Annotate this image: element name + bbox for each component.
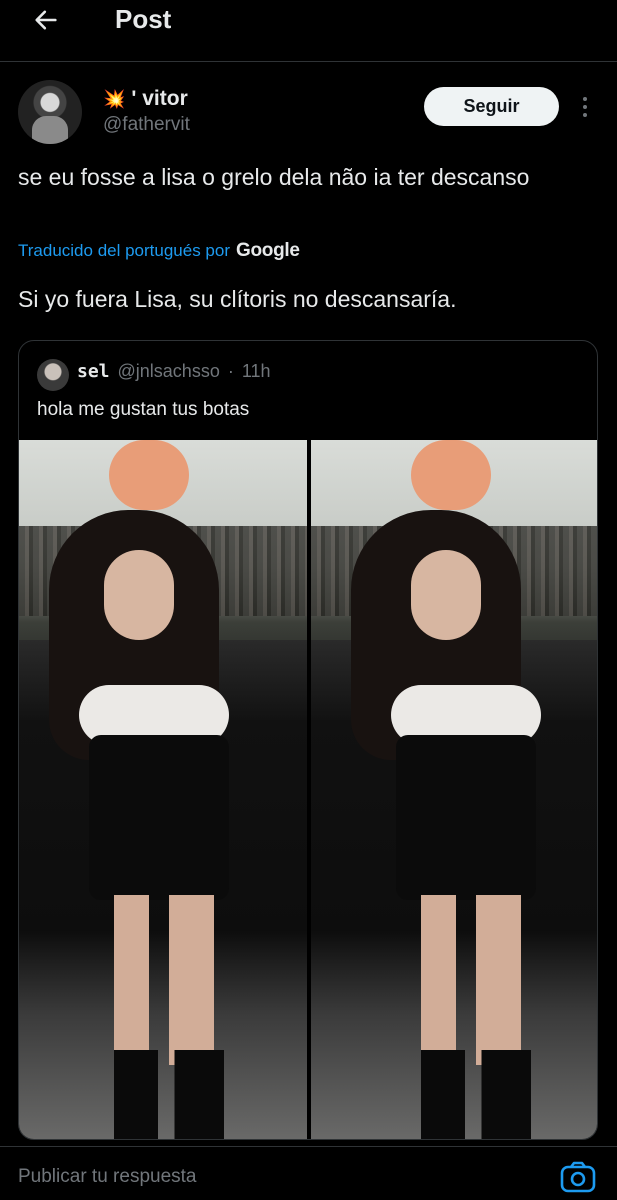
media-photo-1[interactable] (19, 440, 307, 1139)
translated-by-label[interactable]: Traducido del portugués por (18, 241, 230, 261)
follow-button[interactable]: Seguir (424, 87, 559, 126)
camera-button[interactable] (560, 1160, 596, 1194)
collision-emoji: 💥 (103, 88, 126, 109)
translation-attribution[interactable]: Traducido del portugués por Google (18, 240, 300, 262)
author-name[interactable]: ' vitor (131, 87, 187, 111)
post-text: se eu fosse a lisa o grelo dela não ia t… (18, 164, 530, 190)
quoted-avatar[interactable] (37, 359, 69, 391)
translated-text: Si yo fuera Lisa, su clítoris no descans… (18, 286, 457, 312)
quoted-separator: · (227, 361, 234, 381)
media-photo-2[interactable] (311, 440, 597, 1139)
more-vertical-icon (583, 97, 587, 101)
quoted-media[interactable] (19, 440, 597, 1139)
top-bar: Post (0, 0, 617, 62)
author-avatar[interactable] (18, 80, 82, 144)
quoted-header: sel @jnlsachsso · 11h (77, 361, 271, 382)
arrow-left-icon (35, 10, 57, 30)
quoted-text: hola me gustan tus botas (37, 399, 250, 420)
quoted-name: sel (77, 361, 110, 382)
author-name-row[interactable]: 💥 ' vitor (103, 87, 188, 111)
quoted-time: 11h (241, 361, 271, 381)
quoted-handle: @jnlsachsso (117, 361, 220, 381)
camera-icon (560, 1161, 596, 1193)
author-handle[interactable]: @fathervit (103, 114, 190, 136)
page-title: Post (115, 4, 172, 34)
reply-input[interactable]: Publicar tu respuesta (18, 1166, 197, 1188)
more-options-button[interactable] (574, 92, 596, 122)
quoted-post[interactable]: sel @jnlsachsso · 11h hola me gustan tus… (18, 340, 598, 1140)
back-button[interactable] (24, 0, 68, 40)
google-logo: Google (236, 240, 300, 261)
